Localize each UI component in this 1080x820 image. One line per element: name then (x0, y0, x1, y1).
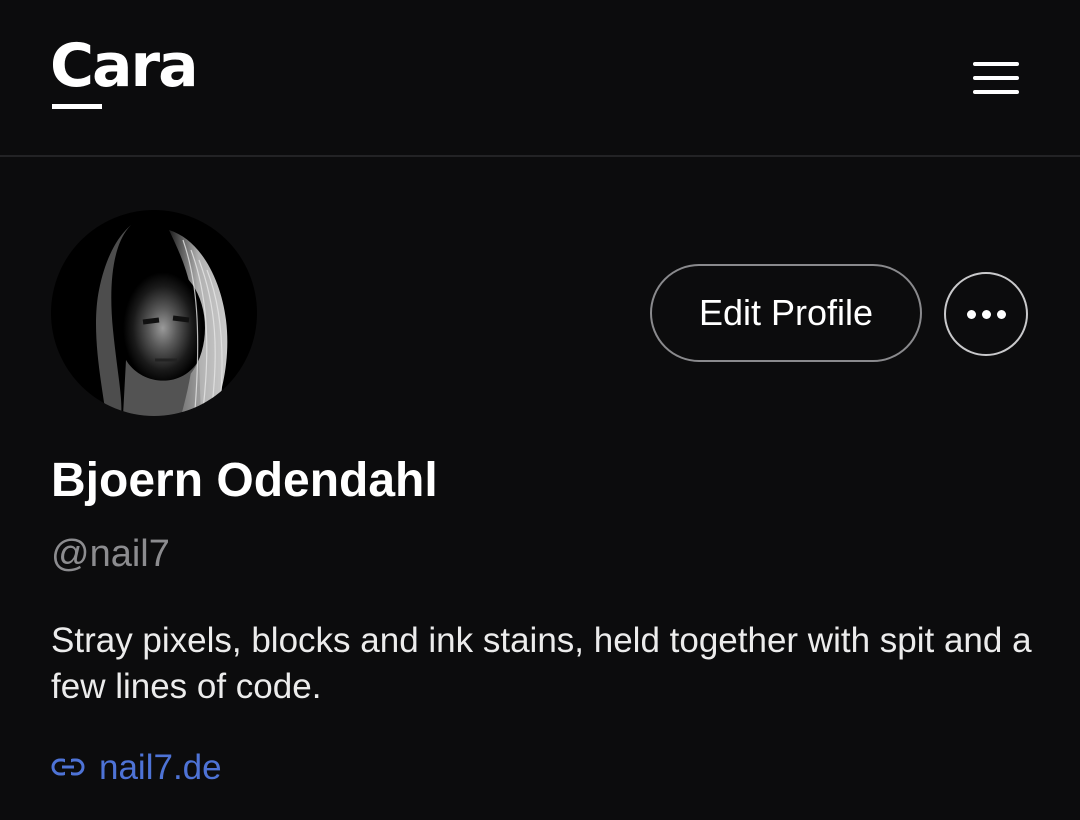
top-bar: Cara (0, 0, 1080, 157)
menu-line (973, 76, 1019, 80)
link-icon (51, 757, 85, 777)
profile-handle: @nail7 (51, 533, 170, 575)
dot (966, 309, 976, 319)
dot (981, 309, 991, 319)
avatar-portrait (51, 210, 257, 416)
logo-underline (52, 104, 102, 109)
profile-name: Bjoern Odendahl (51, 454, 438, 507)
dot (996, 309, 1006, 319)
edit-profile-button[interactable]: Edit Profile (650, 264, 922, 362)
more-options-icon[interactable] (944, 272, 1028, 356)
hamburger-menu-icon[interactable] (966, 56, 1026, 100)
cara-logo[interactable]: Cara (50, 36, 199, 96)
profile-bio: Stray pixels, blocks and ink stains, hel… (51, 621, 1032, 706)
website-link[interactable]: nail7.de (51, 744, 222, 790)
menu-line (973, 90, 1019, 94)
menu-line (973, 62, 1019, 66)
avatar[interactable] (51, 210, 257, 416)
website-text: nail7.de (99, 747, 222, 787)
